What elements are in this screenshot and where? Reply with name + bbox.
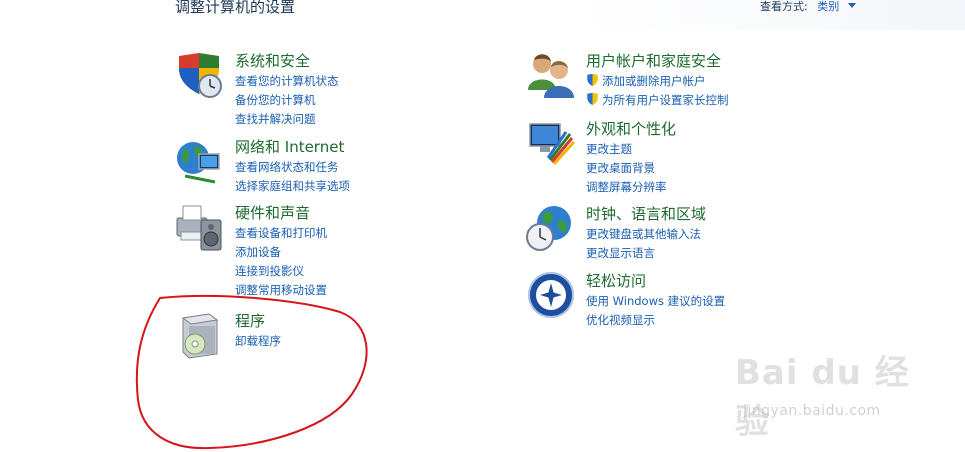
watermark-url: jingyan.baidu.com xyxy=(743,403,881,419)
watermark-logo-text: Bai du 经验 xyxy=(735,353,910,442)
baidu-watermark: Bai du 经验 jingyan.baidu.com xyxy=(735,345,925,442)
